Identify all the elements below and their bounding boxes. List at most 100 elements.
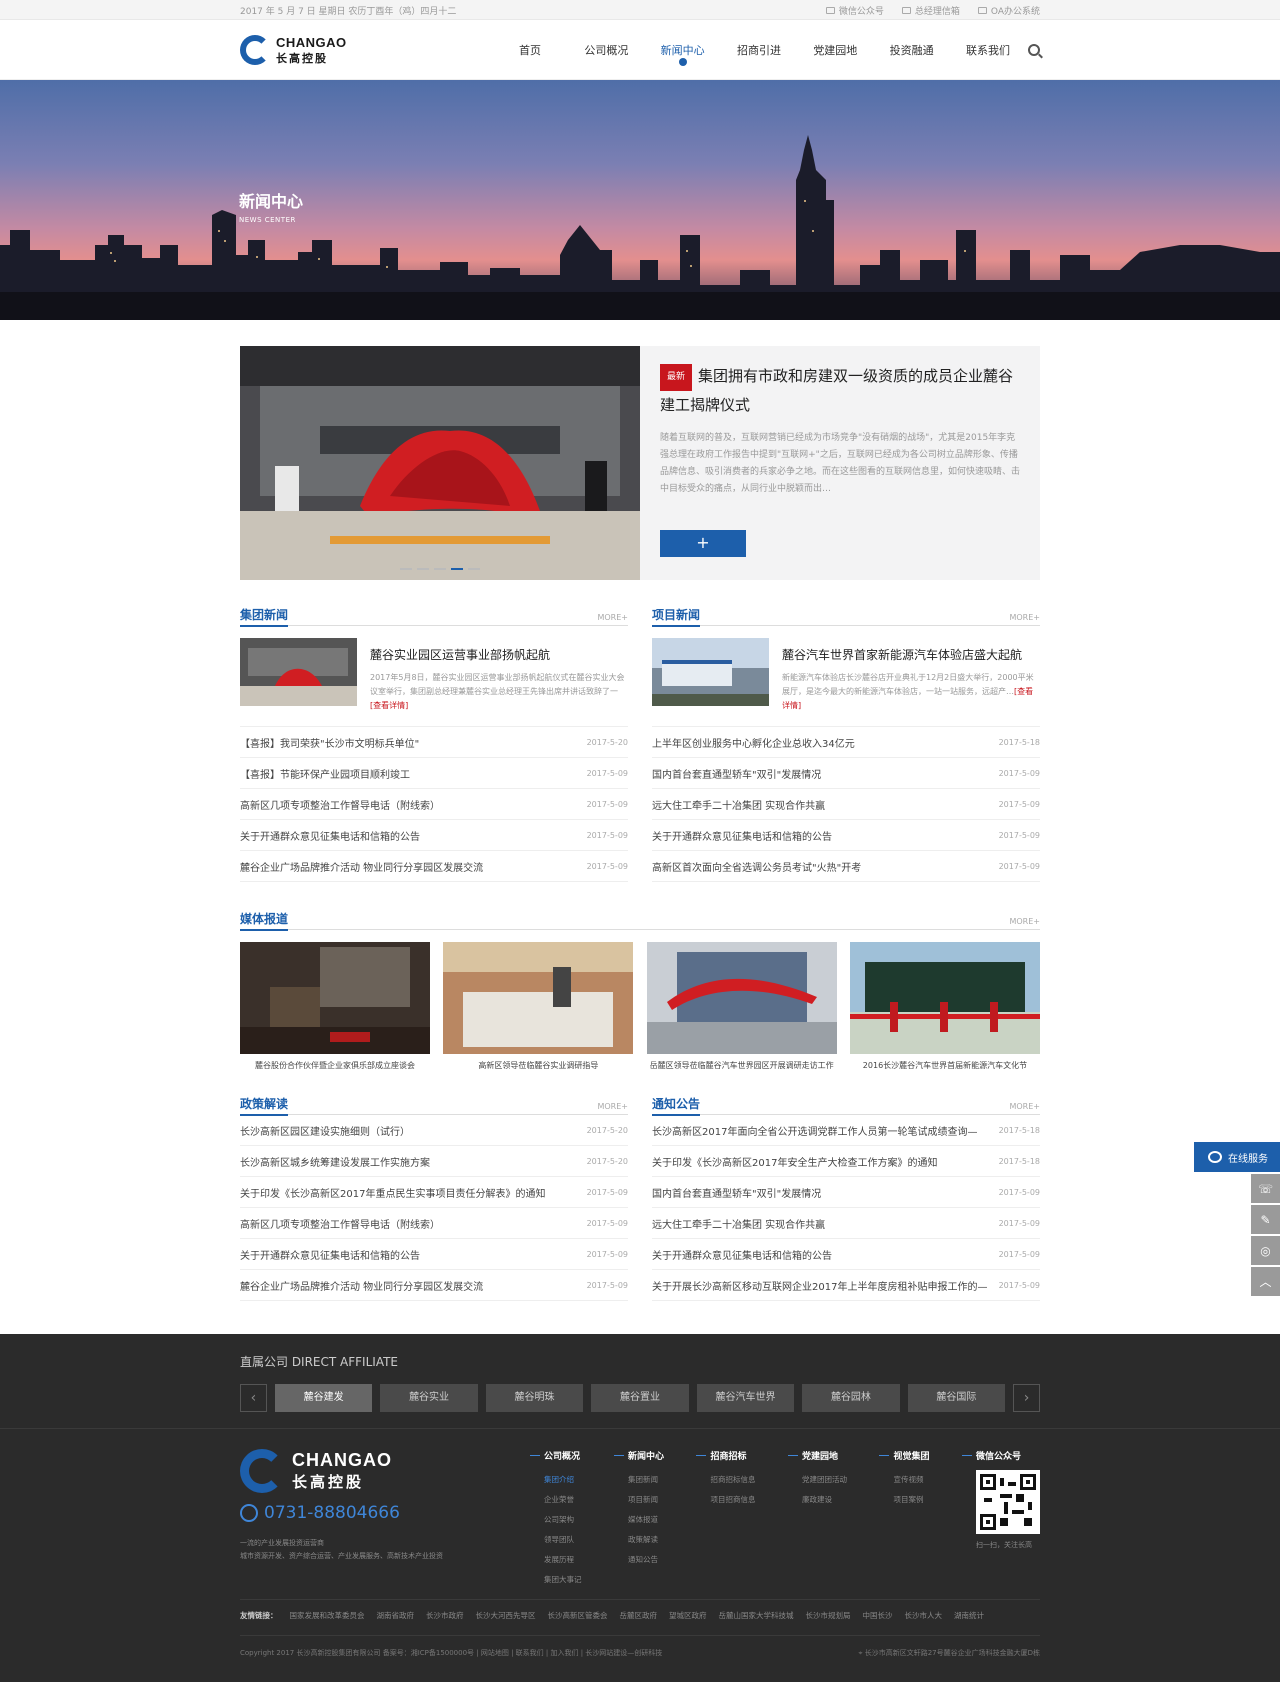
footer-link[interactable]: 项目案例 — [879, 1490, 929, 1510]
media-item[interactable]: 2016长沙麓谷汽车世界首届新能源汽车文化节 — [849, 942, 1040, 1071]
affiliate-item[interactable]: 麓谷园林 — [802, 1384, 900, 1412]
mailbox-link[interactable]: 总经理信箱 — [901, 4, 960, 17]
notice-more[interactable]: MORE+ — [1009, 1102, 1040, 1111]
media-item[interactable]: 岳麓区领导莅临麓谷汽车世界园区开展调研走访工作 — [646, 942, 837, 1071]
friend-link[interactable]: 湖南省政府 — [377, 1610, 415, 1621]
affiliate-next-button[interactable]: › — [1013, 1384, 1040, 1412]
list-item[interactable]: 关于开通群众意见征集电话和信箱的公告 2017-5-09 — [240, 1239, 628, 1270]
list-item[interactable]: 关于印发《长沙高新区2017年重点民生实事项目责任分解表》的通知 2017-5-0… — [240, 1177, 628, 1208]
footer-link[interactable]: 廉政建设 — [788, 1490, 847, 1510]
policy-more[interactable]: MORE+ — [597, 1102, 628, 1111]
notice-section: 通知公告 MORE+ 长沙高新区2017年面向全省公开选调党群工作人员第一轮笔试成… — [652, 1093, 1040, 1301]
friend-link[interactable]: 国家发展和改革委员会 — [290, 1610, 365, 1621]
friend-link[interactable]: 长沙市人大 — [905, 1610, 943, 1621]
list-item[interactable]: 【喜报】我司荣获"长沙市文明标兵单位" 2017-5-20 — [240, 727, 628, 758]
footer-link[interactable]: 政策解读 — [614, 1530, 664, 1550]
affiliate-item[interactable]: 麓谷汽车世界 — [696, 1384, 795, 1412]
footer-link[interactable]: 领导团队 — [530, 1530, 582, 1550]
logo-icon — [240, 35, 270, 65]
feedback-button[interactable]: ✎ — [1251, 1205, 1280, 1234]
footer-link[interactable]: 招商招标信息 — [696, 1470, 755, 1490]
list-item[interactable]: 关于开展长沙高新区移动互联网企业2017年上半年度房租补贴申报工作的— 2017-… — [652, 1270, 1040, 1301]
affiliate-item[interactable]: 麓谷建发 — [274, 1384, 373, 1412]
footer-link[interactable]: 公司架构 — [530, 1510, 582, 1530]
friend-link[interactable]: 望城区政府 — [669, 1610, 707, 1621]
affiliate-item[interactable]: 麓谷置业 — [591, 1384, 689, 1412]
footer-link[interactable]: 宣传视频 — [879, 1470, 929, 1490]
list-item[interactable]: 关于开通群众意见征集电话和信箱的公告 2017-5-09 — [652, 820, 1040, 851]
footer-link[interactable]: 发展历程 — [530, 1550, 582, 1570]
group-news-top[interactable]: 麓谷实业园区运营事业部扬帆起航 2017年5月8日，麓谷实业园区运营事业部扬帆起… — [240, 626, 628, 727]
footer-link[interactable]: 集团介绍 — [530, 1470, 582, 1490]
featured-title[interactable]: 最新 集团拥有市政和房建双一级资质的成员企业麓谷建工揭牌仪式 — [660, 364, 1020, 418]
list-item[interactable]: 高新区几项专项整治工作督导电话（附线索） 2017-5-09 — [240, 789, 628, 820]
phone-icon — [240, 1504, 258, 1522]
footer-logo[interactable]: CHANGAO 长高控股 — [240, 1449, 530, 1493]
wechat-button[interactable]: ◎ — [1251, 1236, 1280, 1265]
list-item[interactable]: 长沙高新区园区建设实施细则（试行） 2017-5-20 — [240, 1115, 628, 1146]
nav-party[interactable]: 党建园地 — [805, 42, 865, 58]
group-news-more[interactable]: MORE+ — [597, 613, 628, 622]
featured-more-button[interactable]: + — [660, 530, 746, 557]
header: CHANGAO 长高控股 首页 公司概况 新闻中心 招商引进 党建园地 投资融通… — [0, 20, 1280, 80]
group-news-thumb — [240, 638, 357, 706]
friend-link[interactable]: 长沙高新区管委会 — [548, 1610, 608, 1621]
back-to-top-button[interactable]: ︿ — [1251, 1267, 1280, 1296]
list-item[interactable]: 国内首台套直通型轿车"双引"发展情况 2017-5-09 — [652, 1177, 1040, 1208]
media-more[interactable]: MORE+ — [1009, 917, 1040, 926]
footer-link[interactable]: 媒体报道 — [614, 1510, 664, 1530]
phone-button[interactable]: ☏ — [1251, 1174, 1280, 1203]
affiliate-item[interactable]: 麓谷明珠 — [485, 1384, 584, 1412]
list-item[interactable]: 【喜报】节能环保产业园项目顺利竣工 2017-5-09 — [240, 758, 628, 789]
list-item[interactable]: 长沙高新区2017年面向全省公开选调党群工作人员第一轮笔试成绩查询— 2017-5… — [652, 1115, 1040, 1146]
list-item[interactable]: 高新区几项专项整治工作督导电话（附线索） 2017-5-09 — [240, 1208, 628, 1239]
wechat-link[interactable]: 微信公众号 — [825, 4, 884, 17]
search-icon[interactable] — [1028, 44, 1040, 56]
footer-link[interactable]: 集团新闻 — [614, 1470, 664, 1490]
nav-company[interactable]: 公司概况 — [576, 42, 636, 58]
friend-link[interactable]: 岳麓山国家大学科技城 — [719, 1610, 794, 1621]
media-item[interactable]: 高新区领导莅临麓谷实业调研指导 — [443, 942, 634, 1071]
project-news-top[interactable]: 麓谷汽车世界首家新能源汽车体验店盛大起航 新能源汽车体验店长沙麓谷店开业典礼于1… — [652, 626, 1040, 727]
footer-link[interactable]: 通知公告 — [614, 1550, 664, 1570]
online-service-button[interactable]: 在线服务 — [1194, 1142, 1280, 1172]
footer-link[interactable]: 项目招商信息 — [696, 1490, 755, 1510]
affiliate-item[interactable]: 麓谷国际 — [907, 1384, 1006, 1412]
list-item[interactable]: 远大住工牵手二十冶集团 实现合作共赢 2017-5-09 — [652, 1208, 1040, 1239]
friend-link[interactable]: 长沙大河西先导区 — [476, 1610, 536, 1621]
list-item[interactable]: 高新区首次面向全省选调公务员考试"火热"开考 2017-5-09 — [652, 851, 1040, 882]
footer-link[interactable]: 项目新闻 — [614, 1490, 664, 1510]
friend-link[interactable]: 湖南统计 — [954, 1610, 984, 1621]
footer-link[interactable]: 集团大事记 — [530, 1570, 582, 1590]
mail-icon — [901, 6, 911, 14]
friend-link[interactable]: 岳麓区政府 — [620, 1610, 658, 1621]
featured-image[interactable] — [240, 346, 640, 580]
footer-link[interactable]: 企业荣誉 — [530, 1490, 582, 1510]
friend-link[interactable]: 中国长沙 — [863, 1610, 893, 1621]
affiliate-item[interactable]: 麓谷实业 — [380, 1384, 478, 1412]
list-item[interactable]: 上半年区创业服务中心孵化企业总收入34亿元 2017-5-18 — [652, 727, 1040, 758]
nav-contact[interactable]: 联系我们 — [958, 42, 1018, 58]
footer-link[interactable]: 党建团团活动 — [788, 1470, 847, 1490]
list-item[interactable]: 国内首台套直通型轿车"双引"发展情况 2017-5-09 — [652, 758, 1040, 789]
friend-link[interactable]: 长沙市规划局 — [806, 1610, 851, 1621]
list-item[interactable]: 关于开通群众意见征集电话和信箱的公告 2017-5-09 — [652, 1239, 1040, 1270]
list-item[interactable]: 麓谷企业广场品牌推介活动 物业同行分享园区发展交流 2017-5-09 — [240, 1270, 628, 1301]
list-item[interactable]: 关于开通群众意见征集电话和信箱的公告 2017-5-09 — [240, 820, 628, 851]
nav-home[interactable]: 首页 — [500, 42, 560, 58]
list-item[interactable]: 远大住工牵手二十冶集团 实现合作共赢 2017-5-09 — [652, 789, 1040, 820]
nav-finance[interactable]: 投资融通 — [882, 42, 942, 58]
affiliate-prev-button[interactable]: ‹ — [240, 1384, 267, 1412]
list-item[interactable]: 关于印发《长沙高新区2017年安全生产大检查工作方案》的通知 2017-5-18 — [652, 1146, 1040, 1177]
group-news-detail-link[interactable]: [查看详情] — [370, 701, 408, 710]
list-item[interactable]: 长沙高新区城乡统筹建设发展工作实施方案 2017-5-20 — [240, 1146, 628, 1177]
media-item[interactable]: 麓谷股份合作伙伴暨企业家俱乐部成立座谈会 — [240, 942, 430, 1071]
nav-investment[interactable]: 招商引进 — [729, 42, 789, 58]
logo[interactable]: CHANGAO 长高控股 — [240, 35, 500, 66]
nav-news[interactable]: 新闻中心 — [653, 42, 713, 66]
list-item[interactable]: 麓谷企业广场品牌推介活动 物业同行分享园区发展交流 2017-5-09 — [240, 851, 628, 882]
project-news-more[interactable]: MORE+ — [1009, 613, 1040, 622]
oa-link[interactable]: OA办公系统 — [977, 4, 1040, 17]
friend-link[interactable]: 长沙市政府 — [426, 1610, 464, 1621]
carousel-dots[interactable] — [400, 568, 480, 570]
